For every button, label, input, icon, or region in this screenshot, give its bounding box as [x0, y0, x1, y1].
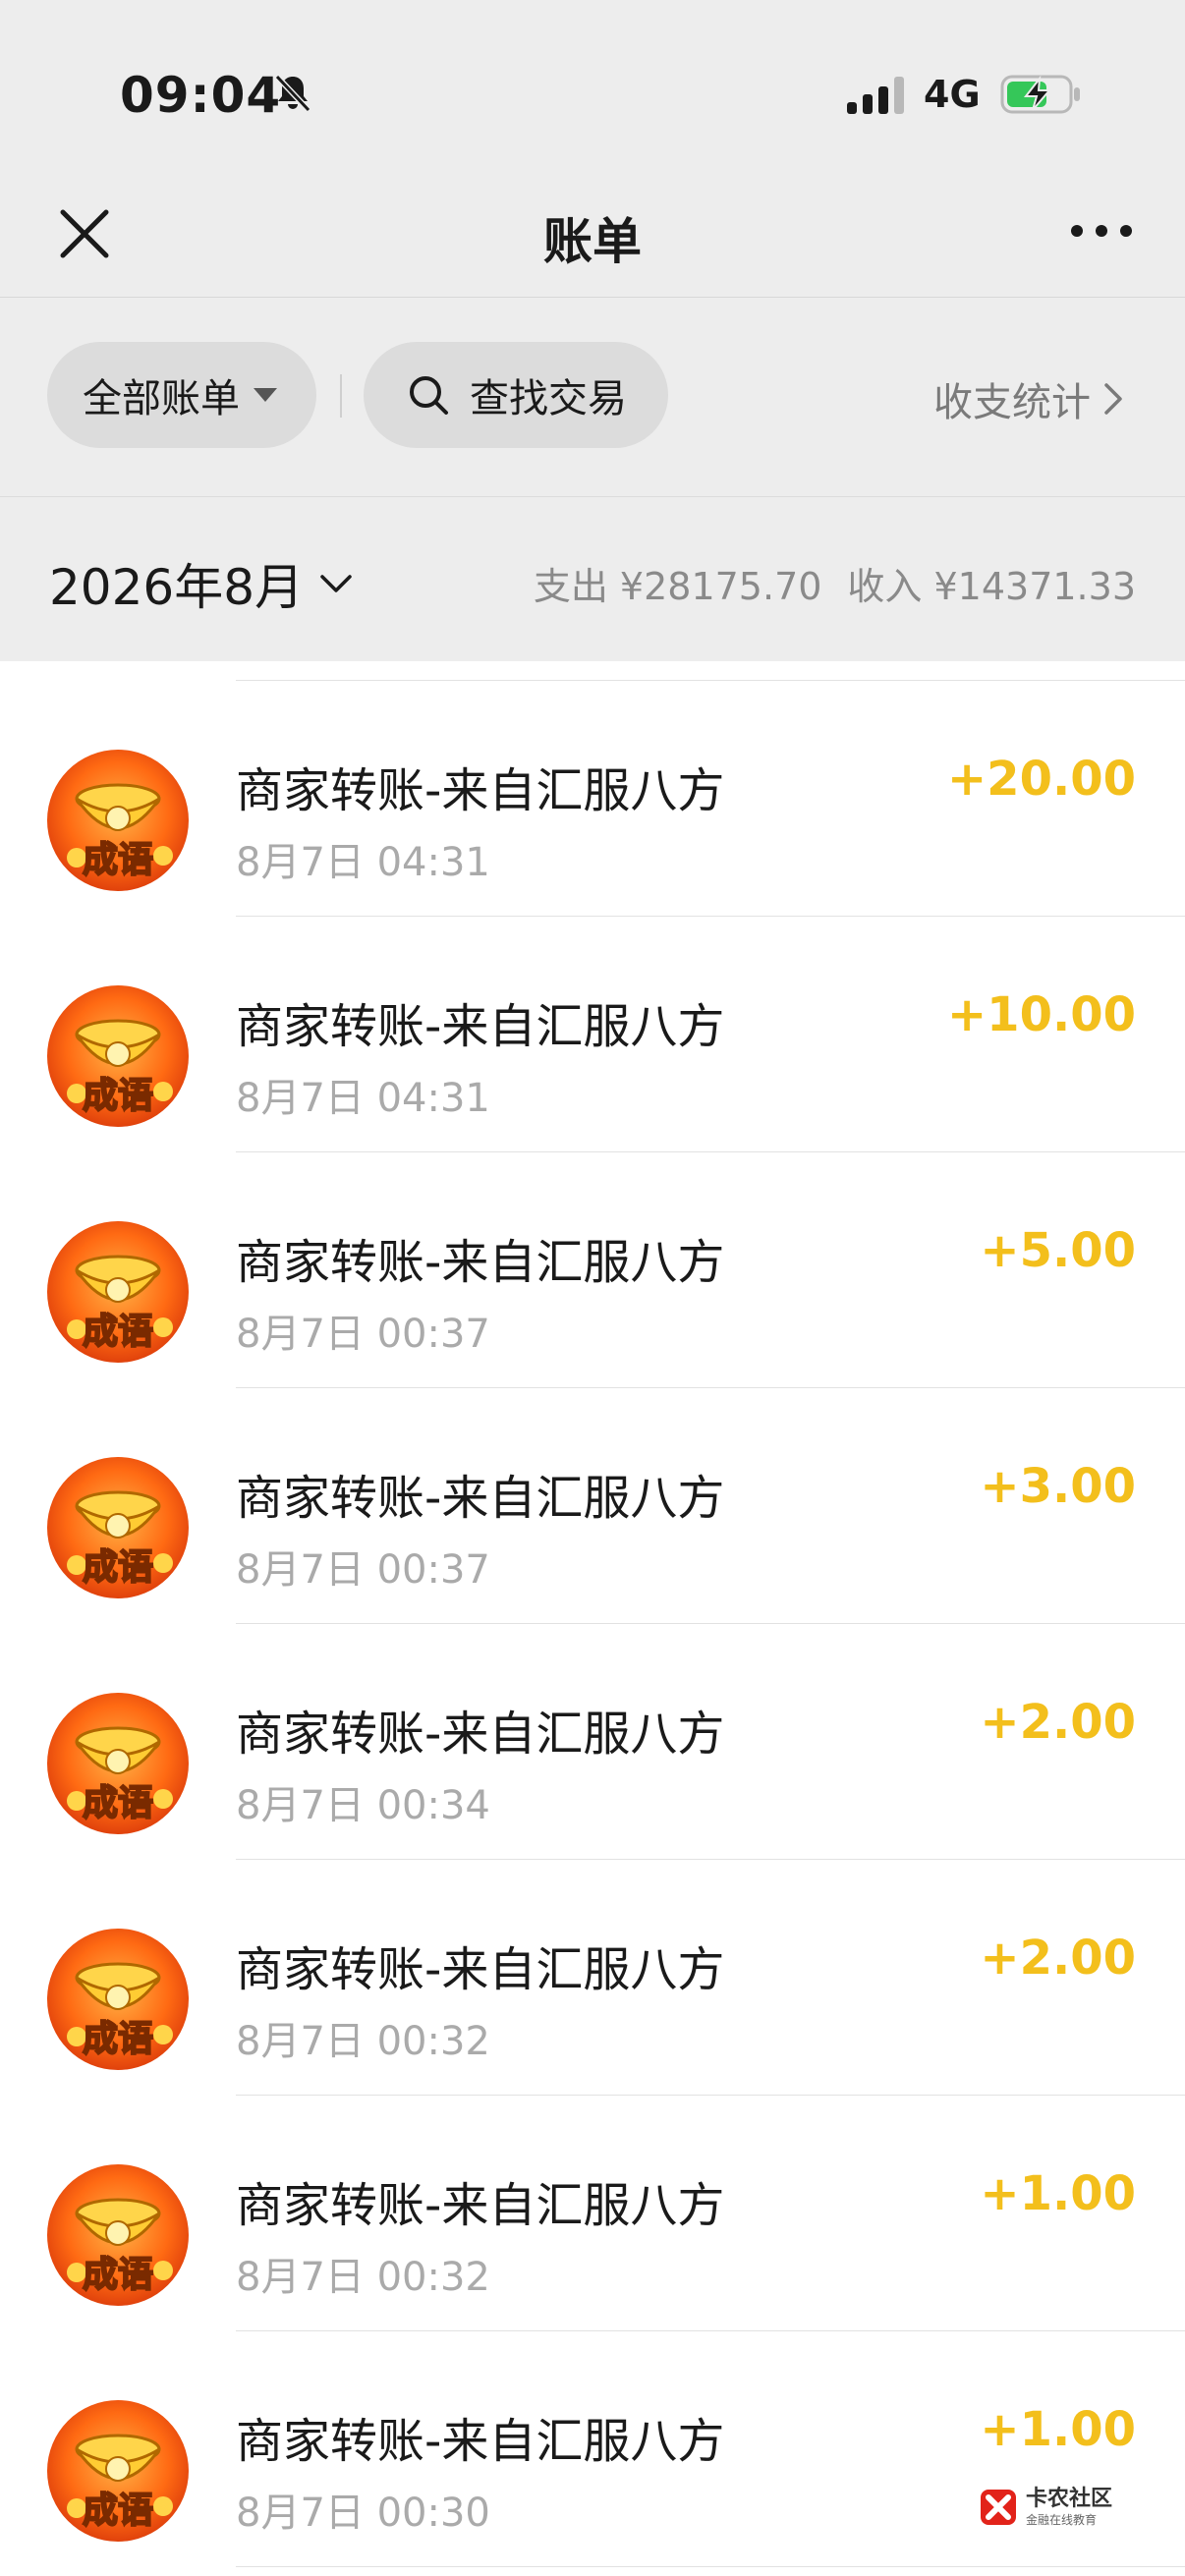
avatar-badge: 成语 — [83, 1312, 153, 1352]
transaction-row[interactable]: 成语 商家转账-来自汇服八方 8月7日 04:31 +10.00 — [0, 917, 1185, 1152]
avatar-badge: 成语 — [83, 840, 153, 880]
month-bar: 2026年8月 支出 ¥28175.70 收入 ¥14371.33 — [0, 496, 1185, 662]
transaction-title: 商家转账-来自汇服八方 — [236, 1942, 725, 1997]
transaction-amount: +20.00 — [946, 752, 1136, 807]
page-title: 账单 — [543, 213, 642, 270]
transaction-title: 商家转账-来自汇服八方 — [236, 2178, 725, 2233]
transaction-time: 8月7日 00:30 — [236, 2491, 490, 2536]
signal-icon — [847, 77, 904, 114]
transaction-title: 商家转账-来自汇服八方 — [236, 1707, 725, 1762]
month-selector[interactable]: 2026年8月 — [49, 548, 353, 619]
transaction-time: 8月7日 04:31 — [236, 1076, 490, 1121]
transaction-title: 商家转账-来自汇服八方 — [236, 999, 725, 1054]
merchant-avatar: 成语 — [47, 1221, 189, 1363]
chevron-down-icon — [320, 575, 352, 592]
transaction-time: 8月7日 04:31 — [236, 840, 490, 885]
transaction-amount: +3.00 — [980, 1459, 1136, 1514]
search-icon — [410, 376, 448, 415]
transaction-row[interactable]: 成语 商家转账-来自汇服八方 8月7日 00:37 +5.00 — [0, 1152, 1185, 1388]
transaction-title: 商家转账-来自汇服八方 — [236, 1471, 725, 1526]
divider — [340, 374, 342, 418]
avatar-badge: 成语 — [83, 2019, 153, 2059]
caret-down-icon — [254, 388, 277, 402]
month-summary: 支出 ¥28175.70 收入 ¥14371.33 — [508, 556, 1136, 610]
bell-off-icon — [274, 74, 311, 113]
status-bar: 09:04 4G — [0, 0, 1185, 177]
status-time: 09:04 — [120, 67, 282, 124]
transaction-title: 商家转账-来自汇服八方 — [236, 1235, 725, 1290]
transaction-time: 8月7日 00:34 — [236, 1783, 490, 1828]
transaction-title: 商家转账-来自汇服八方 — [236, 763, 725, 818]
all-bills-dropdown[interactable]: 全部账单 — [47, 342, 316, 448]
stats-link[interactable]: 收支统计 — [933, 370, 1124, 427]
transaction-time: 8月7日 00:32 — [236, 2019, 490, 2064]
watermark-main: 卡农社区 — [1026, 2487, 1113, 2511]
filter-bar: 全部账单 查找交易 收支统计 — [0, 298, 1185, 496]
nav-bar: 账单 — [0, 177, 1185, 298]
transaction-amount: +1.00 — [980, 2402, 1136, 2457]
income-total: 收入 ¥14371.33 — [847, 565, 1136, 608]
avatar-badge: 成语 — [83, 1547, 153, 1588]
kanong-logo-icon — [981, 2490, 1016, 2525]
merchant-avatar: 成语 — [47, 1457, 189, 1598]
network-label: 4G — [924, 73, 981, 116]
transaction-row[interactable]: 成语 商家转账-来自汇服八方 8月7日 00:32 +1.00 — [0, 2096, 1185, 2331]
watermark: 卡农社区 金融在线教育 — [979, 2478, 1156, 2537]
search-label: 查找交易 — [470, 376, 627, 421]
transaction-row[interactable]: 成语 商家转账-来自汇服八方 8月7日 00:32 +2.00 — [0, 1860, 1185, 2096]
transaction-row[interactable]: 成语 商家转账-来自汇服八方 8月7日 00:34 +2.00 — [0, 1624, 1185, 1860]
transaction-amount: +2.00 — [980, 1931, 1136, 1986]
transaction-row[interactable]: 成语 商家转账-来自汇服八方 8月7日 04:31 +20.00 — [0, 681, 1185, 917]
merchant-avatar: 成语 — [47, 985, 189, 1127]
chevron-right-icon — [1104, 383, 1122, 415]
transaction-list: 成语 商家转账-来自汇服八方 8月7日 04:31 +20.00 成语 商家转账-来自汇服… — [0, 661, 1185, 2576]
transaction-amount: +2.00 — [980, 1695, 1136, 1750]
expense-total: 支出 ¥28175.70 — [533, 565, 822, 608]
transaction-title: 商家转账-来自汇服八方 — [236, 2414, 725, 2469]
transaction-time: 8月7日 00:37 — [236, 1547, 490, 1593]
month-label: 2026年8月 — [49, 559, 305, 616]
avatar-badge: 成语 — [83, 1076, 153, 1116]
stats-label: 收支统计 — [933, 380, 1091, 425]
search-transactions-button[interactable]: 查找交易 — [364, 342, 668, 448]
transaction-amount: +1.00 — [980, 2166, 1136, 2221]
merchant-avatar: 成语 — [47, 1693, 189, 1834]
avatar-badge: 成语 — [83, 2491, 153, 2531]
merchant-avatar: 成语 — [47, 2164, 189, 2306]
all-bills-label: 全部账单 — [83, 376, 240, 421]
divider — [236, 2566, 1185, 2567]
transaction-time: 8月7日 00:37 — [236, 1312, 490, 1357]
transaction-time: 8月7日 00:32 — [236, 2255, 490, 2300]
more-icon[interactable] — [1069, 216, 1134, 246]
transaction-amount: +5.00 — [980, 1223, 1136, 1278]
avatar-badge: 成语 — [83, 2255, 153, 2295]
merchant-avatar: 成语 — [47, 750, 189, 891]
battery-charging-icon — [1000, 75, 1080, 114]
watermark-sub: 金融在线教育 — [1026, 2513, 1098, 2527]
transaction-row[interactable]: 成语 商家转账-来自汇服八方 8月7日 00:37 +3.00 — [0, 1388, 1185, 1624]
transaction-amount: +10.00 — [946, 987, 1136, 1042]
avatar-badge: 成语 — [83, 1783, 153, 1823]
merchant-avatar: 成语 — [47, 2400, 189, 2542]
merchant-avatar: 成语 — [47, 1929, 189, 2070]
